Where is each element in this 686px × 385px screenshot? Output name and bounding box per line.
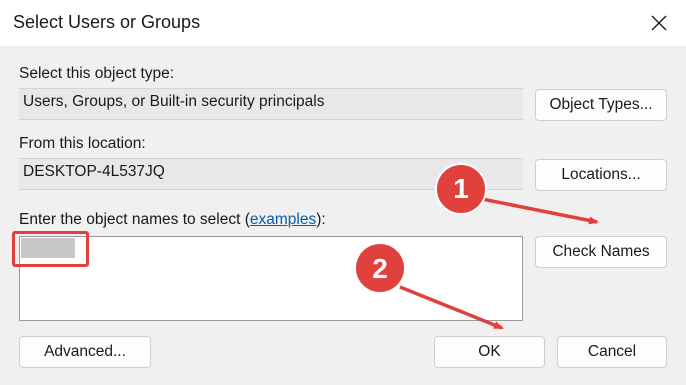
annotation-layer: 1 2 xyxy=(354,163,599,330)
arrow-2 xyxy=(399,285,504,330)
step-1-badge: 1 xyxy=(435,163,487,215)
select-users-dialog: Select Users or Groups Select this objec… xyxy=(0,0,686,385)
step-2-badge: 2 xyxy=(354,242,406,294)
step-2-number: 2 xyxy=(372,253,388,284)
step-1-number: 1 xyxy=(453,173,469,204)
arrow-1 xyxy=(481,197,599,225)
